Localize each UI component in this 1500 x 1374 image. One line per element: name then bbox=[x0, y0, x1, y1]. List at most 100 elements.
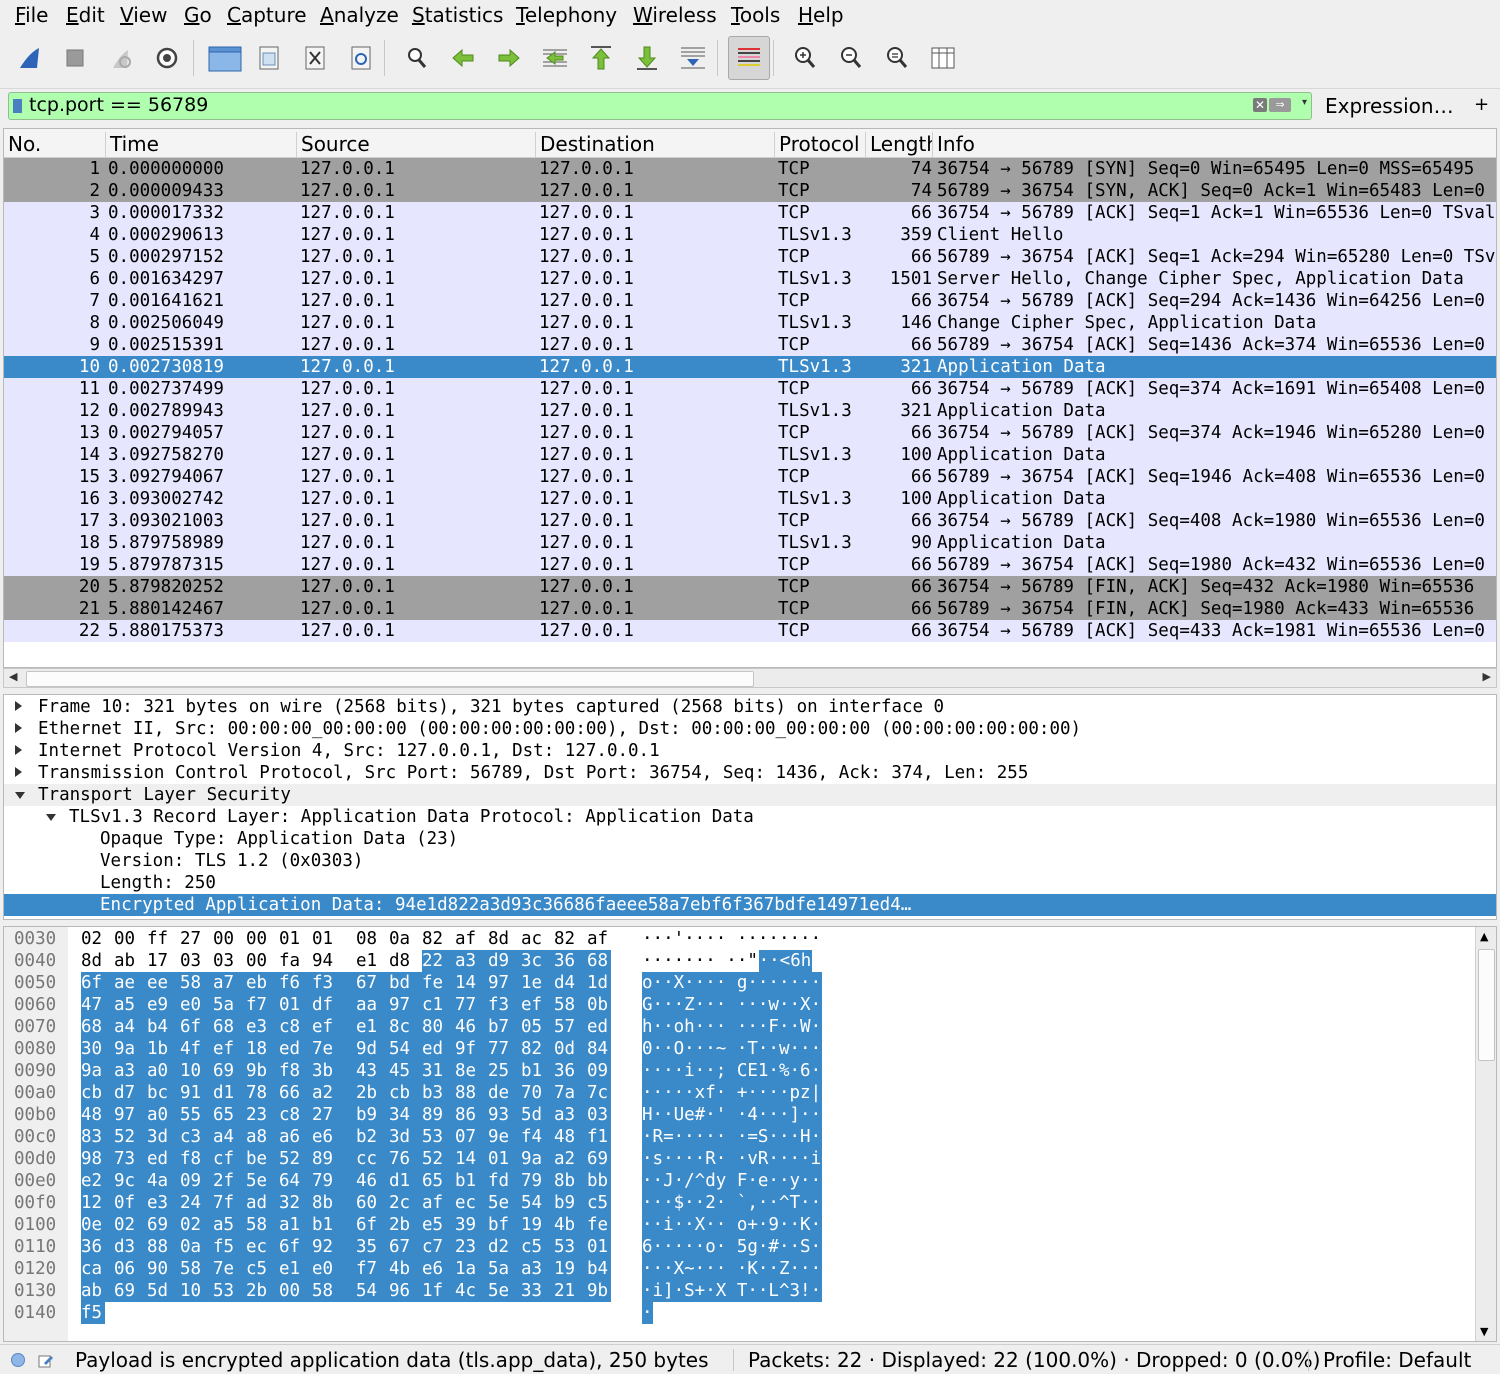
detail-row[interactable]: Transmission Control Protocol, Src Port:… bbox=[4, 762, 1496, 784]
hex-byte[interactable]: 19 bbox=[521, 1214, 554, 1236]
open-file-icon[interactable] bbox=[204, 36, 246, 80]
hex-byte[interactable]: b9 bbox=[356, 1104, 389, 1126]
hex-byte[interactable]: a5 bbox=[114, 994, 147, 1016]
packet-row[interactable]: 6 0.001634297 127.0.0.1 127.0.0.1 TLSv1.3 150… bbox=[4, 268, 1496, 290]
hex-byte[interactable]: bb bbox=[587, 1170, 611, 1192]
hex-ascii[interactable]: 0··O···~ ·T··w··· bbox=[642, 1039, 821, 1059]
hex-byte[interactable]: 3c bbox=[521, 950, 554, 972]
column-header-protocol[interactable]: Protocol bbox=[774, 132, 865, 158]
hex-byte[interactable]: ec bbox=[455, 1192, 488, 1214]
hex-byte[interactable]: 3d bbox=[147, 1126, 180, 1148]
hex-byte[interactable]: 19 bbox=[554, 1258, 587, 1280]
hex-byte[interactable]: 58 bbox=[554, 994, 587, 1016]
hex-byte[interactable]: c1 bbox=[422, 994, 455, 1016]
hex-byte[interactable]: 53 bbox=[422, 1126, 455, 1148]
hex-byte[interactable]: 46 bbox=[455, 1016, 488, 1038]
column-header-length[interactable]: Length bbox=[865, 132, 932, 158]
hex-byte[interactable]: d1 bbox=[213, 1082, 246, 1104]
hex-byte[interactable]: 5e bbox=[488, 1280, 521, 1302]
hex-byte[interactable]: 9b bbox=[587, 1280, 611, 1302]
hex-byte[interactable]: 21 bbox=[554, 1280, 587, 1302]
hex-byte[interactable]: 36 bbox=[81, 1236, 114, 1258]
hex-byte[interactable]: 68 bbox=[213, 1016, 246, 1038]
hex-byte[interactable]: cb bbox=[389, 1082, 422, 1104]
hex-byte[interactable]: 01 bbox=[312, 928, 336, 950]
hex-byte[interactable]: 0d bbox=[554, 1038, 587, 1060]
hex-byte[interactable]: 9c bbox=[114, 1170, 147, 1192]
hex-byte[interactable]: 14 bbox=[455, 1148, 488, 1170]
bookmark-icon[interactable] bbox=[13, 99, 22, 113]
hex-byte[interactable]: 89 bbox=[422, 1104, 455, 1126]
hex-byte[interactable]: 23 bbox=[455, 1236, 488, 1258]
packet-row[interactable]: 16 3.093002742 127.0.0.1 127.0.0.1 TLSv1.3 10… bbox=[4, 488, 1496, 510]
hex-byte[interactable]: 67 bbox=[356, 972, 389, 994]
hex-byte[interactable]: 1f bbox=[422, 1280, 455, 1302]
hex-byte[interactable]: c8 bbox=[279, 1104, 312, 1126]
hex-byte[interactable]: 76 bbox=[389, 1148, 422, 1170]
hex-ascii[interactable]: ···$··2· `,··^T·· bbox=[642, 1193, 821, 1213]
hex-byte[interactable]: 1a bbox=[455, 1258, 488, 1280]
hex-byte[interactable]: 5a bbox=[213, 994, 246, 1016]
hex-byte[interactable]: f5 bbox=[81, 1302, 105, 1324]
hex-byte[interactable]: e6 bbox=[312, 1126, 356, 1148]
hex-byte[interactable]: 03 bbox=[180, 950, 204, 972]
hex-byte[interactable]: 10 bbox=[180, 1060, 213, 1082]
hex-byte[interactable]: ec bbox=[246, 1236, 279, 1258]
hex-byte[interactable]: 96 bbox=[389, 1280, 422, 1302]
hex-byte[interactable]: 2f bbox=[213, 1170, 246, 1192]
hex-byte[interactable]: 01 bbox=[279, 994, 312, 1016]
collapsed-arrow-icon[interactable] bbox=[15, 701, 22, 711]
hex-byte[interactable]: e0 bbox=[180, 994, 213, 1016]
hex-byte[interactable]: 9a bbox=[114, 1038, 147, 1060]
hex-byte[interactable]: 6f bbox=[356, 1214, 389, 1236]
hex-byte[interactable]: e1 bbox=[356, 950, 380, 972]
go-first-icon[interactable] bbox=[580, 36, 622, 80]
hex-byte[interactable]: 8b bbox=[312, 1192, 356, 1214]
hex-byte[interactable]: d4 bbox=[554, 972, 587, 994]
hex-byte[interactable]: 4b bbox=[554, 1214, 587, 1236]
hex-byte[interactable]: 68 bbox=[81, 1016, 114, 1038]
hex-byte[interactable]: be bbox=[246, 1148, 279, 1170]
menu-go[interactable]: Go bbox=[184, 3, 212, 27]
hex-byte[interactable]: ef bbox=[213, 1038, 246, 1060]
hex-byte[interactable]: 58 bbox=[180, 1258, 213, 1280]
hex-byte[interactable]: 39 bbox=[455, 1214, 488, 1236]
packet-row[interactable]: 7 0.001641621 127.0.0.1 127.0.0.1 TCP 66 36754… bbox=[4, 290, 1496, 312]
detail-row[interactable]: Transport Layer Security bbox=[4, 784, 1496, 806]
hex-byte[interactable]: e1 bbox=[279, 1258, 312, 1280]
hex-byte[interactable]: 92 bbox=[312, 1236, 356, 1258]
hex-byte[interactable]: 18 bbox=[246, 1038, 279, 1060]
hex-byte[interactable]: 6f bbox=[81, 972, 114, 994]
hex-byte[interactable]: 69 bbox=[147, 1214, 180, 1236]
hex-byte[interactable]: 4b bbox=[389, 1258, 422, 1280]
hex-byte[interactable]: 69 bbox=[587, 1148, 611, 1170]
hex-byte[interactable]: 5d bbox=[147, 1280, 180, 1302]
hex-byte[interactable]: 66 bbox=[279, 1082, 312, 1104]
hex-byte[interactable]: 67 bbox=[389, 1236, 422, 1258]
hex-byte[interactable]: cf bbox=[213, 1148, 246, 1170]
hex-byte[interactable]: a6 bbox=[279, 1126, 312, 1148]
hex-byte[interactable]: 14 bbox=[455, 972, 488, 994]
hex-byte[interactable]: 54 bbox=[389, 1038, 422, 1060]
hex-byte[interactable]: ee bbox=[147, 972, 180, 994]
hex-byte[interactable]: 0f bbox=[114, 1192, 147, 1214]
hex-byte[interactable]: 77 bbox=[455, 994, 488, 1016]
bytes-vscrollbar[interactable]: ▲ ▼ bbox=[1475, 927, 1496, 1341]
hex-byte[interactable]: 2c bbox=[389, 1192, 422, 1214]
hex-byte[interactable]: 17 bbox=[147, 950, 171, 972]
packet-list[interactable]: No.TimeSourceDestinationProtocolLengthIn… bbox=[3, 128, 1497, 668]
menu-edit[interactable]: Edit bbox=[66, 3, 105, 27]
hex-ascii[interactable]: 6·····o· 5g·#··S· bbox=[642, 1237, 821, 1257]
hex-byte[interactable]: 01 bbox=[488, 1148, 521, 1170]
hex-byte[interactable]: 54 bbox=[356, 1280, 389, 1302]
hex-byte[interactable]: 52 bbox=[114, 1126, 147, 1148]
hex-byte[interactable]: 89 bbox=[312, 1148, 356, 1170]
hex-byte[interactable]: d7 bbox=[114, 1082, 147, 1104]
hex-byte[interactable]: ff bbox=[147, 928, 171, 950]
menu-telephony[interactable]: Telephony bbox=[516, 3, 617, 27]
hex-ascii[interactable]: ··i··X·· o+·9··K· bbox=[642, 1215, 821, 1235]
hex-byte[interactable]: ad bbox=[246, 1192, 279, 1214]
packet-row[interactable]: 21 5.880142467 127.0.0.1 127.0.0.1 TCP 66 5678… bbox=[4, 598, 1496, 620]
hex-byte[interactable]: f3 bbox=[312, 972, 356, 994]
column-header-time[interactable]: Time bbox=[105, 132, 296, 158]
